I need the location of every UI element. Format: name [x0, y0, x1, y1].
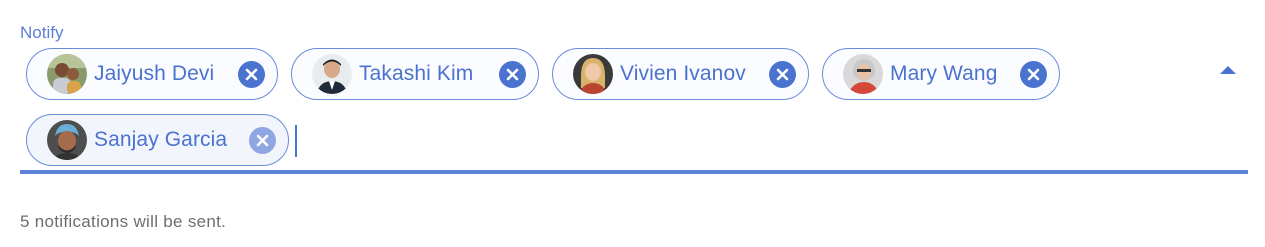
avatar — [843, 54, 883, 94]
recipient-chip[interactable]: Sanjay Garcia — [26, 114, 289, 166]
close-circle-icon[interactable] — [769, 60, 796, 88]
recipient-name: Jaiyush Devi — [94, 62, 215, 85]
recipient-chip[interactable]: Vivien Ivanov — [552, 48, 809, 100]
recipient-chip[interactable]: Mary Wang — [822, 48, 1060, 100]
avatar — [312, 54, 352, 94]
avatar — [47, 120, 87, 160]
chip-list[interactable]: Jaiyush Devi Takashi Kim Vivien Ivanov M… — [20, 44, 1200, 168]
recipient-name: Mary Wang — [890, 62, 998, 85]
recipient-name: Sanjay Garcia — [94, 128, 228, 151]
recipient-chip[interactable]: Takashi Kim — [291, 48, 539, 100]
text-input-caret[interactable] — [295, 125, 297, 157]
field-label: Notify — [20, 23, 64, 42]
recipient-name: Vivien Ivanov — [620, 62, 746, 85]
close-circle-icon[interactable] — [238, 60, 265, 88]
avatar — [573, 54, 613, 94]
field-underline — [20, 170, 1248, 174]
recipient-chip[interactable]: Jaiyush Devi — [26, 48, 278, 100]
helper-text: 5 notifications will be sent. — [20, 212, 227, 231]
recipient-name: Takashi Kim — [359, 62, 474, 85]
close-circle-icon[interactable] — [499, 60, 526, 88]
close-circle-icon[interactable] — [249, 126, 276, 154]
close-circle-icon[interactable] — [1020, 60, 1047, 88]
avatar — [47, 54, 87, 94]
caret-up-icon[interactable] — [1214, 60, 1242, 80]
